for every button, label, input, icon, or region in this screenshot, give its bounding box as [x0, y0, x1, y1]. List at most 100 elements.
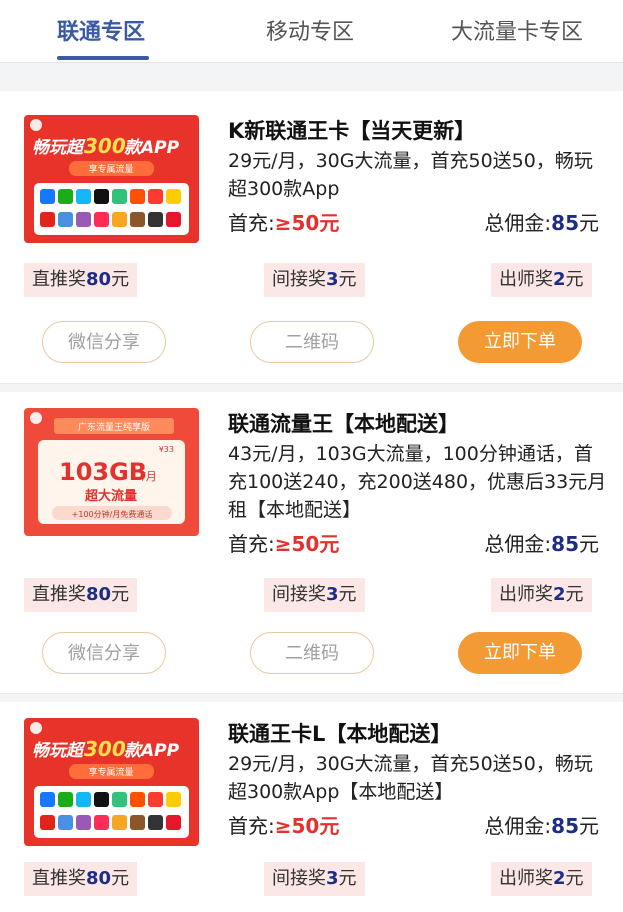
- product-description: 43元/月，103G大流量，100分钟通话，首充100送240，充200送480…: [228, 443, 607, 521]
- qr-code-button[interactable]: 二维码: [250, 632, 374, 674]
- mentor-award-label: 出师奖: [499, 584, 553, 605]
- total-commission-label: 总佣金:: [484, 814, 552, 838]
- total-commission-value: 85: [551, 532, 579, 556]
- direct-award-label: 直推奖: [32, 269, 86, 290]
- first-recharge-value: ≥50元: [274, 814, 340, 838]
- direct-award-label: 直推奖: [32, 868, 86, 889]
- total-commission-unit: 元: [579, 814, 599, 838]
- direct-award-label: 直推奖: [32, 584, 86, 605]
- product-title[interactable]: 联通王卡L【本地配送】: [228, 718, 451, 748]
- total-commission-label: 总佣金:: [484, 211, 552, 235]
- product-description: 29元/月，30G大流量，首充50送50，畅玩超300款App【本地配送】: [228, 753, 593, 803]
- indirect-award-label: 间接奖: [272, 868, 326, 889]
- direct-award-value: 80: [86, 269, 112, 290]
- mentor-award-label: 出师奖: [499, 269, 553, 290]
- mentor-award-badge: 出师奖2元: [491, 862, 592, 896]
- total-commission-value: 85: [551, 814, 579, 838]
- indirect-award-label: 间接奖: [272, 584, 326, 605]
- product-image[interactable]: 畅玩超 300 款APP 享专属流量: [24, 718, 199, 846]
- mentor-award-value: 2: [553, 584, 566, 605]
- mentor-award-badge: 出师奖2元: [491, 578, 592, 612]
- indirect-award-badge: 间接奖3元: [264, 862, 365, 896]
- first-recharge: 首充:≥50元: [228, 207, 339, 236]
- unicom-logo-icon: [30, 722, 42, 734]
- total-commission-label: 总佣金:: [484, 532, 552, 556]
- direct-award-value: 80: [86, 868, 112, 889]
- first-recharge-label: 首充:: [228, 532, 275, 556]
- image-headline-num: 300: [84, 134, 126, 158]
- image-headline-post: 款APP: [124, 138, 180, 158]
- product-image[interactable]: 畅玩超 300 款APP 享专属流量: [24, 115, 199, 243]
- image-headline-pre: 畅玩超: [32, 138, 86, 158]
- order-now-button[interactable]: 立即下单: [458, 632, 582, 674]
- image-note: +100分钟/月免费通话: [72, 509, 153, 519]
- mentor-award-unit: 元: [565, 868, 584, 889]
- tab-unicom[interactable]: 联通专区: [57, 14, 145, 46]
- total-commission: 总佣金:85元: [484, 810, 599, 839]
- product-title[interactable]: 联通流量王【本地配送】: [228, 408, 459, 438]
- qr-code-button[interactable]: 二维码: [250, 321, 374, 363]
- total-commission: 总佣金:85元: [484, 528, 599, 557]
- direct-award-unit: 元: [111, 584, 130, 605]
- mentor-award-value: 2: [553, 269, 566, 290]
- indirect-award-value: 3: [326, 269, 339, 290]
- indirect-award-unit: 元: [338, 868, 357, 889]
- image-headline-post: 款APP: [124, 741, 180, 761]
- image-subtitle: 享专属流量: [88, 766, 133, 778]
- first-recharge: 首充:≥50元: [228, 810, 339, 839]
- data-plan-promo-image: 广东流量王纯享版 ¥33 103GB /月 超大流量 +100分钟/月免费通话: [24, 408, 199, 536]
- mentor-award-unit: 元: [565, 269, 584, 290]
- first-recharge-value: ≥50元: [274, 211, 340, 235]
- product-card: 畅玩超 300 款APP 享专属流量: [0, 702, 623, 912]
- mentor-award-unit: 元: [565, 584, 584, 605]
- product-card: 畅玩超 300 款APP 享专属流量: [0, 91, 623, 384]
- indirect-award-label: 间接奖: [272, 269, 326, 290]
- image-banner: 广东流量王纯享版: [78, 421, 150, 433]
- mentor-award-value: 2: [553, 868, 566, 889]
- total-commission-unit: 元: [579, 532, 599, 556]
- direct-award-badge: 直推奖80元: [24, 263, 138, 297]
- app-promo-image: 畅玩超 300 款APP 享专属流量: [24, 718, 199, 846]
- indirect-award-unit: 元: [338, 584, 357, 605]
- direct-award-badge: 直推奖80元: [24, 862, 138, 896]
- image-per-month: /月: [142, 470, 157, 483]
- tab-big-data-card[interactable]: 大流量卡专区: [451, 14, 583, 46]
- active-tab-indicator: [57, 56, 149, 60]
- indirect-award-value: 3: [326, 584, 339, 605]
- product-description: 29元/月，30G大流量，首充50送50，畅玩超300款App: [228, 150, 593, 200]
- tab-bar: 联通专区 移动专区 大流量卡专区: [0, 0, 623, 63]
- unicom-logo-icon: [30, 412, 42, 424]
- unicom-logo-icon: [30, 119, 42, 131]
- image-headline-pre: 畅玩超: [32, 741, 86, 761]
- first-recharge: 首充:≥50元: [228, 528, 339, 557]
- indirect-award-badge: 间接奖3元: [264, 263, 365, 297]
- tab-mobile[interactable]: 移动专区: [266, 14, 354, 46]
- app-promo-image: 畅玩超 300 款APP 享专属流量: [24, 115, 199, 243]
- total-commission: 总佣金:85元: [484, 207, 599, 236]
- direct-award-unit: 元: [111, 868, 130, 889]
- product-title[interactable]: K新联通王卡【当天更新】: [228, 115, 475, 145]
- mentor-award-label: 出师奖: [499, 868, 553, 889]
- wechat-share-button[interactable]: 微信分享: [42, 321, 166, 363]
- first-recharge-label: 首充:: [228, 211, 275, 235]
- spacer: [0, 63, 623, 91]
- order-now-button[interactable]: 立即下单: [458, 321, 582, 363]
- total-commission-unit: 元: [579, 211, 599, 235]
- indirect-award-badge: 间接奖3元: [264, 578, 365, 612]
- image-big-text: 103GB: [59, 458, 147, 486]
- image-price-tag: ¥33: [159, 445, 174, 454]
- first-recharge-label: 首充:: [228, 814, 275, 838]
- first-recharge-value: ≥50元: [274, 532, 340, 556]
- product-image[interactable]: 广东流量王纯享版 ¥33 103GB /月 超大流量 +100分钟/月免费通话: [24, 408, 199, 536]
- image-subtitle: 超大流量: [85, 488, 137, 504]
- total-commission-value: 85: [551, 211, 579, 235]
- wechat-share-button[interactable]: 微信分享: [42, 632, 166, 674]
- direct-award-badge: 直推奖80元: [24, 578, 138, 612]
- product-card: 广东流量王纯享版 ¥33 103GB /月 超大流量 +100分钟/月免费通话 …: [0, 392, 623, 694]
- image-subtitle: 享专属流量: [88, 163, 133, 175]
- direct-award-value: 80: [86, 584, 112, 605]
- indirect-award-value: 3: [326, 868, 339, 889]
- mentor-award-badge: 出师奖2元: [491, 263, 592, 297]
- direct-award-unit: 元: [111, 269, 130, 290]
- indirect-award-unit: 元: [338, 269, 357, 290]
